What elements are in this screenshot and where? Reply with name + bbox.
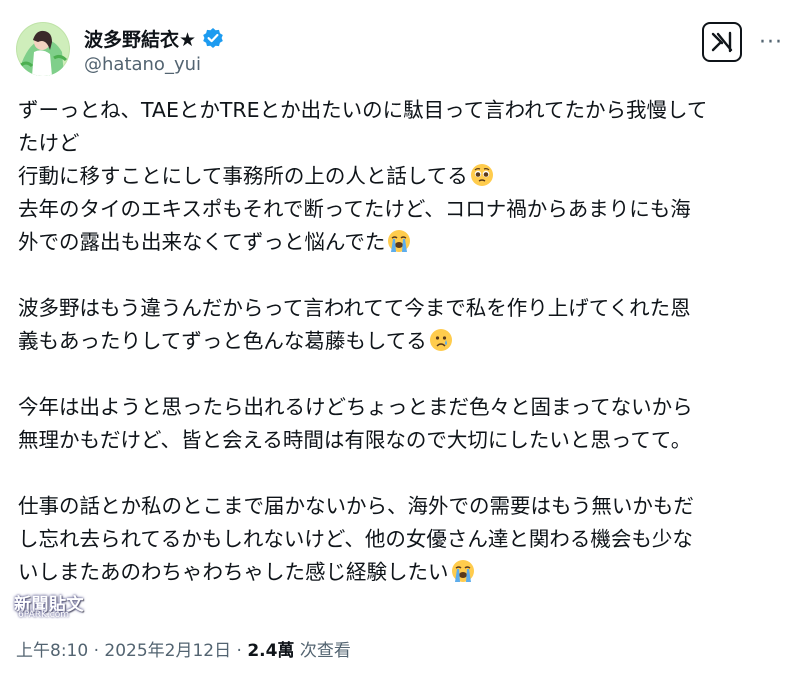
tweet-line: 去年のタイのエキスポもそれで断ってたけど、コロナ禍からあまりにも海: [18, 197, 691, 221]
watermark-sub: 6PARK.com: [18, 610, 69, 620]
tweet-line: 行動に移すことにして事務所の上の人と話してる: [18, 160, 784, 193]
more-options-button[interactable]: ···: [756, 30, 786, 55]
tweet-line: いしまたあのわちゃわちゃした感じ経験したい: [18, 556, 784, 589]
tweet-line: 外での露出も出来なくてずっと悩んでた: [18, 226, 784, 259]
tweet-card: 波多野結衣★ @hatano_yui ··· ずーっとね、TAEとかTREとか出…: [0, 0, 800, 673]
grok-icon: [711, 31, 733, 53]
views-label: 次查看: [294, 641, 351, 661]
author-name-row: 波多野結衣★: [84, 24, 224, 52]
views-count: 2.4萬: [247, 641, 295, 661]
tweet-line: たけど: [18, 131, 80, 155]
author-display-name[interactable]: 波多野結衣★: [84, 25, 196, 52]
crying-face-emoji-icon: [429, 328, 453, 352]
avatar[interactable]: [16, 22, 70, 76]
watermark: 新聞貼文 6PARK.com: [8, 590, 94, 626]
pleading-face-emoji-icon: [470, 163, 494, 187]
tweet-line: 今年は出ようと思ったら出れるけどちょっとまだ色々と固まってないから: [18, 395, 693, 419]
tweet-line: ずーっとね、TAEとかTREとか出たいのに駄目って言われてたから我慢して: [18, 98, 708, 122]
grok-button[interactable]: [702, 22, 742, 62]
tweet-timestamp[interactable]: 上午8:10 · 2025年2月12日 ·: [16, 641, 247, 661]
tweet-text: ずーっとね、TAEとかTREとか出たいのに駄目って言われてたから我慢して たけど…: [18, 94, 784, 589]
tweet-line: 波多野はもう違うんだからって言われてて今まで私を作り上げてくれた恩: [18, 296, 691, 320]
verified-badge-icon[interactable]: [202, 27, 224, 49]
tweet-line: 無理かもだけど、皆と会える時間は有限なので大切にしたいと思ってて。: [18, 428, 692, 452]
author-handle[interactable]: @hatano_yui: [84, 54, 201, 75]
loudly-crying-face-emoji-icon: [387, 229, 411, 253]
tweet-line: 義もあったりしてずっと色んな葛藤もしてる: [18, 325, 784, 358]
loudly-crying-face-emoji-icon: [451, 559, 475, 583]
tweet-meta: 上午8:10 · 2025年2月12日 · 2.4萬 次查看: [16, 636, 351, 661]
tweet-line: 仕事の話とか私のとこまで届かないから、海外での需要はもう無いかもだ: [18, 494, 694, 518]
tweet-line: し忘れ去られてるかもしれないけど、他の女優さん達と関わる機会も少な: [18, 527, 693, 551]
